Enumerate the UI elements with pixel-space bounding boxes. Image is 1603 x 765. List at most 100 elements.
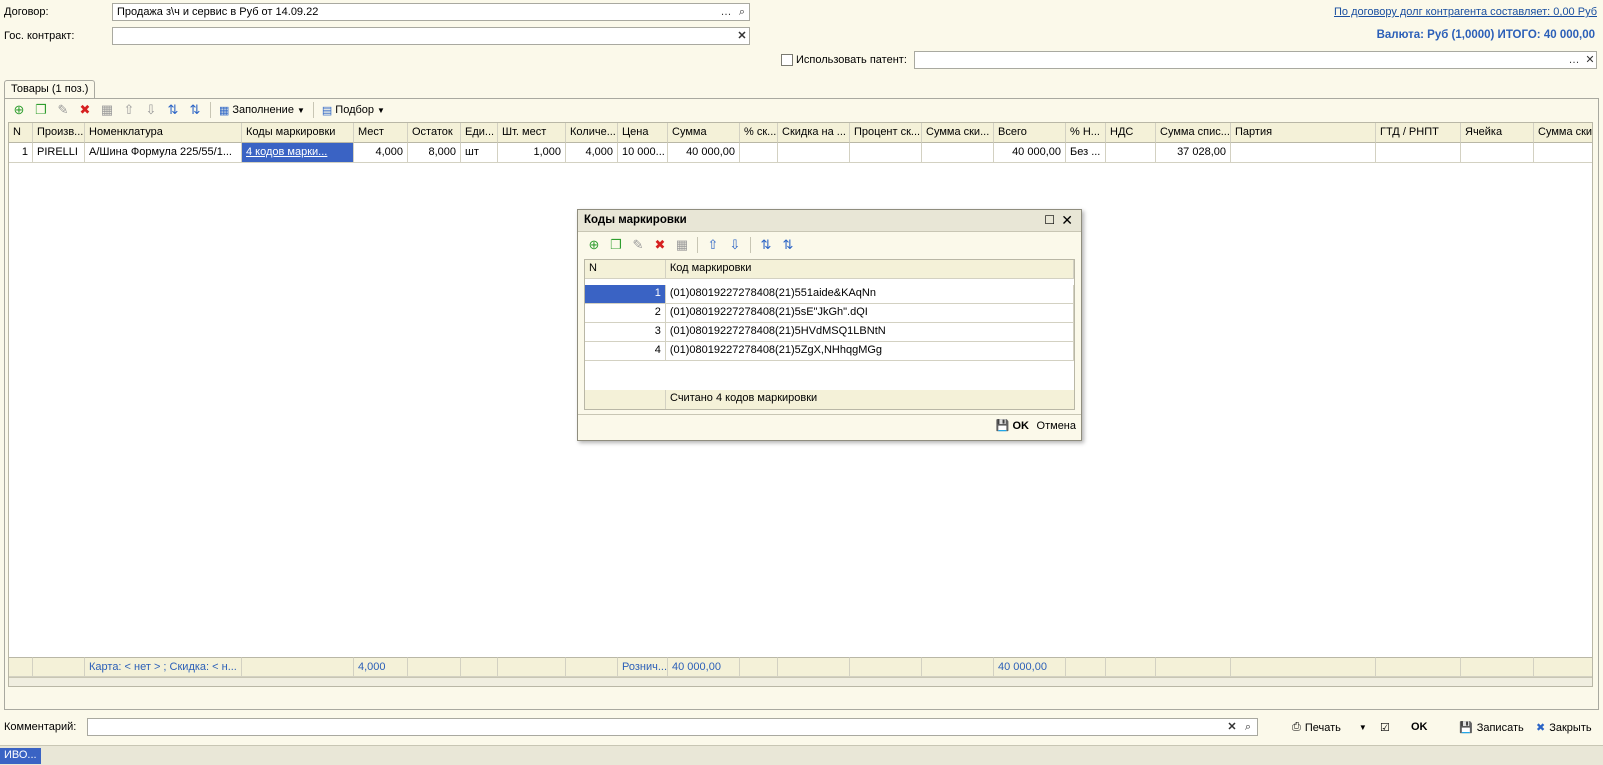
- sort-desc-icon[interactable]: ⇅: [185, 100, 205, 120]
- sort-desc-icon[interactable]: ⇅: [778, 235, 798, 255]
- fill-button[interactable]: ▦ Заполнение ▼: [216, 104, 308, 117]
- delete-icon[interactable]: ✖: [650, 235, 670, 255]
- gos-contract-label: Гос. контракт:: [4, 30, 75, 42]
- dialog-cancel-button[interactable]: Отмена: [1037, 420, 1076, 432]
- ok-button[interactable]: OK: [1411, 721, 1428, 733]
- check-icon: ☑: [1380, 722, 1390, 734]
- table-cell: [1106, 657, 1156, 677]
- table-cell: % ск...: [740, 123, 778, 143]
- table-cell: [1534, 657, 1592, 677]
- table-cell: [566, 657, 618, 677]
- clear-icon[interactable]: ✕: [1582, 53, 1598, 69]
- table-footer: Считано 4 кодов маркировки: [585, 390, 1074, 409]
- debt-link[interactable]: По договору долг контрагента составляет:…: [1334, 6, 1597, 18]
- goods-toolbar: ⊕ ❐ ✎ ✖ ▦ ⇧ ⇩ ⇅ ⇅ ▦ Заполнение ▼ ▤ Подбо…: [9, 100, 388, 120]
- search-icon[interactable]: ⌕: [734, 5, 750, 21]
- move-down-icon[interactable]: ⇩: [141, 100, 161, 120]
- table-cell: [1106, 143, 1156, 163]
- table-cell: Количе...: [566, 123, 618, 143]
- clear-icon[interactable]: ✕: [1224, 720, 1240, 736]
- table-cell: Коды маркировки: [242, 123, 354, 143]
- delete-icon[interactable]: ✖: [75, 100, 95, 120]
- close-icon: ✖: [1536, 722, 1546, 734]
- chevron-down-icon: ▼: [377, 105, 385, 115]
- table-cell: [461, 657, 498, 677]
- status-item[interactable]: ИВО...: [0, 748, 41, 764]
- patent-field[interactable]: [914, 51, 1597, 69]
- comment-field[interactable]: [87, 718, 1258, 736]
- gos-contract-field[interactable]: [112, 27, 750, 45]
- move-up-icon[interactable]: ⇧: [119, 100, 139, 120]
- contract-field[interactable]: Продажа з\ч и сервис в Руб от 14.09.22: [112, 3, 750, 21]
- move-down-icon[interactable]: ⇩: [725, 235, 745, 255]
- edit-icon[interactable]: ✎: [628, 235, 648, 255]
- table-cell: Мест: [354, 123, 408, 143]
- marking-codes-cell[interactable]: 4 кодов марки...: [242, 143, 354, 163]
- close-button[interactable]: ✖ Закрыть: [1536, 721, 1592, 735]
- close-icon[interactable]: ✕: [1061, 212, 1073, 229]
- table-cell: шт: [461, 143, 498, 163]
- table-cell: [740, 657, 778, 677]
- table-cell: НДС: [1106, 123, 1156, 143]
- patent-checkbox[interactable]: [781, 54, 793, 66]
- save-icon: 💾: [1459, 722, 1473, 734]
- table-cell: Скидка на ...: [778, 123, 850, 143]
- dialog-title: Коды маркировки: [584, 214, 687, 226]
- copy-icon[interactable]: ❐: [31, 100, 51, 120]
- sort-asc-icon[interactable]: ⇅: [756, 235, 776, 255]
- horizontal-scrollbar[interactable]: [9, 677, 1592, 686]
- end-edit-icon[interactable]: ▦: [97, 100, 117, 120]
- dialog-ok-button[interactable]: 💾 OK: [996, 419, 1029, 433]
- table-cell: Остаток: [408, 123, 461, 143]
- search-icon[interactable]: ⌕: [1240, 720, 1256, 736]
- table-cell: [1231, 143, 1376, 163]
- table-cell: Карта: < нет > ; Скидка: < н...: [85, 657, 242, 677]
- table-cell: Рознич...: [618, 657, 668, 677]
- tab-goods[interactable]: Товары (1 поз.): [4, 80, 96, 99]
- table-row[interactable]: 1 PIRELLI А/Шина Формула 225/55/1... 4 кодо…: [9, 143, 1592, 163]
- table-cell: Процент ск...: [850, 123, 922, 143]
- contract-select-button[interactable]: …: [718, 5, 734, 21]
- currency-total: Валюта: Руб (1,0000) ИТОГО: 40 000,00: [1376, 29, 1595, 41]
- chevron-down-icon: ▼: [296, 105, 305, 115]
- table-cell: 40 000,00: [668, 143, 740, 163]
- table-cell: [1461, 657, 1534, 677]
- table-row[interactable]: 2 (01)08019227278408(21)5sE"JkGh".dQI: [585, 304, 1074, 323]
- move-up-icon[interactable]: ⇧: [703, 235, 723, 255]
- table-cell: 40 000,00: [668, 657, 740, 677]
- table-cell: 40 000,00: [994, 143, 1066, 163]
- table-cell: Сумма спис...: [1156, 123, 1231, 143]
- sort-asc-icon[interactable]: ⇅: [163, 100, 183, 120]
- table-cell: [778, 143, 850, 163]
- patent-select-button[interactable]: …: [1566, 53, 1582, 69]
- add-icon[interactable]: ⊕: [584, 235, 604, 255]
- pick-button[interactable]: ▤ Подбор ▼: [319, 104, 388, 117]
- table-cell: Всего: [994, 123, 1066, 143]
- print-button[interactable]: ⎙ Печать ▼: [1292, 721, 1367, 734]
- table-cell: % Н...: [1066, 123, 1106, 143]
- maximize-icon[interactable]: ☐: [1044, 213, 1055, 227]
- marking-codes-table: N Код маркировки 1 (01)08019227278408(21…: [584, 259, 1075, 410]
- table-cell: [850, 143, 922, 163]
- copy-icon[interactable]: ❐: [606, 235, 626, 255]
- table-cell: [778, 657, 850, 677]
- table-cell: 1: [9, 143, 33, 163]
- table-cell: 4,000: [566, 143, 618, 163]
- clear-icon[interactable]: ✕: [734, 29, 750, 45]
- printer-icon: ⎙: [1292, 721, 1301, 733]
- table-header: N Произв... Номенклатура Коды маркировки Мес…: [9, 123, 1592, 143]
- comment-label: Комментарий:: [4, 721, 77, 733]
- table-row[interactable]: 1 (01)08019227278408(21)551aide&KAqNn: [585, 285, 1074, 304]
- table-row[interactable]: 4 (01)08019227278408(21)5ZgX,NHhqgMGg: [585, 342, 1074, 361]
- table-row[interactable]: 3 (01)08019227278408(21)5HVdMSQ1LBNtN: [585, 323, 1074, 342]
- end-edit-icon[interactable]: ▦: [672, 235, 692, 255]
- table-cell: Без ...: [1066, 143, 1106, 163]
- table-footer: Карта: < нет > ; Скидка: < н... 4,000 Розн…: [9, 657, 1592, 677]
- table-cell: 8,000: [408, 143, 461, 163]
- save-button[interactable]: 💾 Записать: [1459, 721, 1524, 735]
- table-cell: [1231, 657, 1376, 677]
- table-cell: [922, 143, 994, 163]
- add-icon[interactable]: ⊕: [9, 100, 29, 120]
- table-cell: Цена: [618, 123, 668, 143]
- edit-icon[interactable]: ✎: [53, 100, 73, 120]
